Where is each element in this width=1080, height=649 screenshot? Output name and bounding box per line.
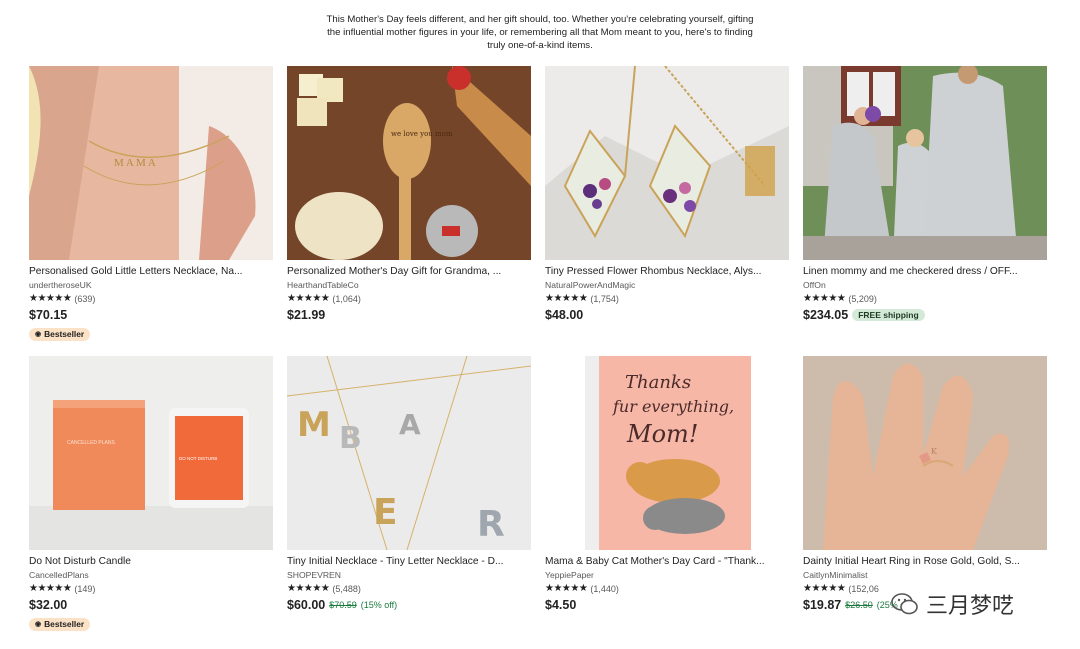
discount-label: (15% off) bbox=[360, 600, 398, 610]
product-title[interactable]: Personalised Gold Little Letters Necklac… bbox=[29, 265, 273, 278]
star-icons: ★★★★★ bbox=[803, 293, 846, 304]
review-count: (1,440) bbox=[590, 584, 619, 594]
product-image-ring[interactable]: K bbox=[803, 356, 1047, 550]
rating: ★★★★★ (5,209) bbox=[803, 293, 1047, 305]
price: $234.05 bbox=[803, 308, 849, 322]
badge-label: Bestseller bbox=[44, 619, 85, 629]
price: $32.00 bbox=[29, 598, 68, 612]
candle-jar-label: DO NOT DISTURB bbox=[179, 456, 217, 461]
product-card[interactable]: M B A E R Tiny Initial Necklace - Tiny L… bbox=[287, 356, 531, 613]
rating: ★★★★★ (1,754) bbox=[545, 293, 789, 305]
card-text-2: fur everything, bbox=[612, 397, 734, 416]
star-icons: ★★★★★ bbox=[287, 583, 330, 594]
product-card[interactable]: Tiny Pressed Flower Rhombus Necklace, Al… bbox=[545, 66, 789, 323]
medal-icon: ◉ bbox=[35, 621, 42, 628]
rating: ★★★★★ (639) bbox=[29, 293, 273, 305]
product-card[interactable]: K Dainty Initial Heart Ring in Rose Gold… bbox=[803, 356, 1047, 613]
rating: ★★★★★ (149) bbox=[29, 583, 273, 595]
wechat-icon bbox=[891, 593, 918, 615]
bestseller-badge: ◉ Bestseller bbox=[29, 327, 91, 341]
shop-name[interactable]: HearthandTableCo bbox=[287, 280, 531, 291]
shop-name[interactable]: OffOn bbox=[803, 280, 1047, 291]
card-text-1: Thanks bbox=[625, 372, 691, 393]
free-shipping-badge: FREE shipping bbox=[852, 309, 925, 321]
review-count: (149) bbox=[74, 584, 96, 594]
product-card[interactable]: M A M A Personalised Gold Little Letters… bbox=[29, 66, 273, 341]
bestseller-badge: ◉ Bestseller bbox=[29, 617, 91, 631]
shop-name[interactable]: NaturalPowerAndMagic bbox=[545, 280, 789, 291]
product-title[interactable]: Dainty Initial Heart Ring in Rose Gold, … bbox=[803, 555, 1047, 568]
price: $19.87 bbox=[803, 598, 842, 612]
product-image-necklace[interactable]: M A M A bbox=[29, 66, 273, 260]
rating: ★★★★★ (1,440) bbox=[545, 583, 789, 595]
shop-name[interactable]: SHOPEVREN bbox=[287, 570, 531, 581]
review-count: (1,754) bbox=[590, 294, 619, 304]
product-image-dresses[interactable] bbox=[803, 66, 1047, 260]
svg-text:E: E bbox=[373, 492, 398, 533]
svg-text:B: B bbox=[339, 421, 362, 456]
original-price: $70.59 bbox=[329, 600, 357, 610]
rating: ★★★★★ (1,064) bbox=[287, 293, 531, 305]
price: $60.00 bbox=[287, 598, 326, 612]
medal-icon: ◉ bbox=[35, 331, 42, 338]
rating: ★★★★★ (5,488) bbox=[287, 583, 531, 595]
product-card[interactable]: Linen mommy and me checkered dress / OFF… bbox=[803, 66, 1047, 323]
product-title[interactable]: Tiny Pressed Flower Rhombus Necklace, Al… bbox=[545, 265, 789, 278]
product-title[interactable]: Tiny Initial Necklace - Tiny Letter Neck… bbox=[287, 555, 531, 568]
price: $70.15 bbox=[29, 308, 68, 322]
product-image-flower-necklace[interactable] bbox=[545, 66, 789, 260]
shop-name[interactable]: YeppiePaper bbox=[545, 570, 789, 581]
product-title[interactable]: Mama & Baby Cat Mother's Day Card - "Tha… bbox=[545, 555, 789, 568]
watermark: 三月梦呓 bbox=[890, 588, 1014, 620]
original-price: $26.50 bbox=[845, 600, 873, 610]
product-card[interactable]: Thanks fur everything, Mom! Mama & Baby … bbox=[545, 356, 789, 613]
product-title[interactable]: Linen mommy and me checkered dress / OFF… bbox=[803, 265, 1047, 278]
review-count: (152,06 bbox=[848, 584, 879, 594]
spoon-engraving: we love you mom bbox=[391, 130, 453, 138]
product-title[interactable]: Do Not Disturb Candle bbox=[29, 555, 273, 568]
product-image-spoon[interactable]: we love you mom bbox=[287, 66, 531, 260]
price: $4.50 bbox=[545, 598, 577, 612]
star-icons: ★★★★★ bbox=[803, 583, 846, 594]
price: $21.99 bbox=[287, 308, 326, 322]
shop-name[interactable]: CancelledPlans bbox=[29, 570, 273, 581]
star-icons: ★★★★★ bbox=[29, 293, 72, 304]
review-count: (5,209) bbox=[848, 294, 877, 304]
badge-label: Bestseller bbox=[44, 329, 85, 339]
price: $48.00 bbox=[545, 308, 584, 322]
star-icons: ★★★★★ bbox=[545, 293, 588, 304]
svg-text:R: R bbox=[477, 504, 505, 545]
candle-box-label: CANCELLED PLANS bbox=[67, 440, 115, 446]
svg-text:M: M bbox=[297, 405, 331, 445]
product-card[interactable]: we love you mom Personalized Mother's Da… bbox=[287, 66, 531, 323]
product-image-cat-card[interactable]: Thanks fur everything, Mom! bbox=[545, 356, 789, 550]
review-count: (5,488) bbox=[332, 584, 361, 594]
product-card[interactable]: CANCELLED PLANS DO NOT DISTURB Do Not Di… bbox=[29, 356, 273, 631]
product-title[interactable]: Personalized Mother's Day Gift for Grand… bbox=[287, 265, 531, 278]
star-icons: ★★★★★ bbox=[29, 583, 72, 594]
star-icons: ★★★★★ bbox=[545, 583, 588, 594]
necklace-letters: M A M A bbox=[114, 157, 156, 169]
star-icons: ★★★★★ bbox=[287, 293, 330, 304]
svg-text:A: A bbox=[399, 408, 421, 441]
svg-text:K: K bbox=[931, 447, 938, 456]
review-count: (639) bbox=[74, 294, 96, 304]
card-text-3: Mom! bbox=[626, 420, 698, 448]
watermark-text: 三月梦呓 bbox=[926, 594, 1015, 619]
product-image-initial-necklace[interactable]: M B A E R bbox=[287, 356, 531, 550]
product-image-candle[interactable]: CANCELLED PLANS DO NOT DISTURB bbox=[29, 356, 273, 550]
shop-name[interactable]: undertheroseUK bbox=[29, 280, 273, 291]
shop-name[interactable]: CaitlynMinimalist bbox=[803, 570, 1047, 581]
review-count: (1,064) bbox=[332, 294, 361, 304]
page-intro: This Mother's Day feels different, and h… bbox=[326, 14, 754, 51]
